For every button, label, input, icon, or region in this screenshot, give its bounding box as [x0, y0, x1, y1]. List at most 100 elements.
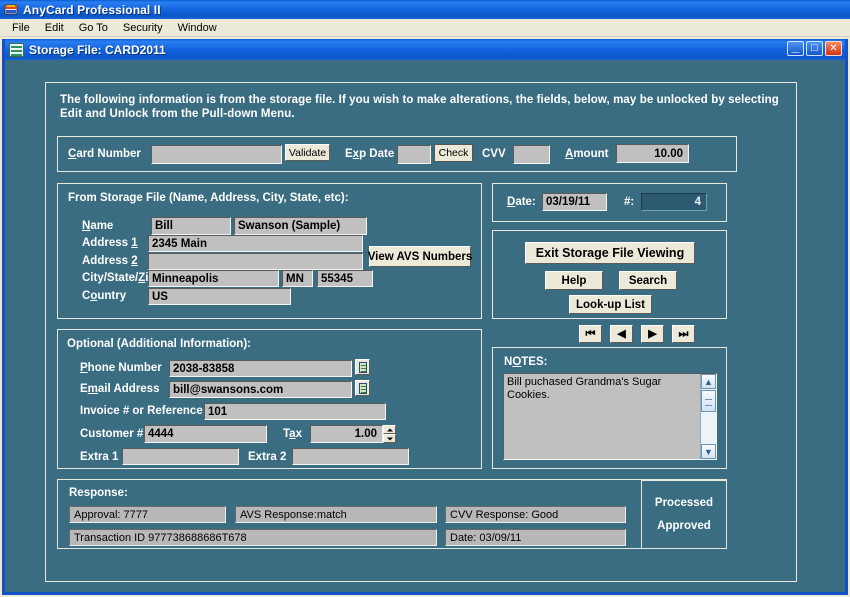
record-number-label: #: [624, 196, 635, 208]
record-info-group: Date: 03/19/11 #: 4 [492, 183, 727, 222]
transaction-id-field: Transaction ID 977738688686T678 [69, 529, 437, 546]
view-avs-numbers-button[interactable]: View AVS Numbers [367, 246, 473, 267]
invoice-input[interactable]: 101 [204, 403, 386, 420]
response-group: Response: Approval: 7777 AVS Response:ma… [57, 479, 727, 549]
validate-button[interactable]: Validate [285, 144, 330, 161]
email-input[interactable]: bill@swansons.com [169, 381, 352, 398]
notes-scroll-up-icon[interactable]: ▲ [701, 374, 716, 389]
exp-date-input[interactable] [397, 145, 431, 164]
nav-last-icon: ⏭ [678, 327, 689, 340]
zip-input[interactable]: 55345 [317, 270, 373, 287]
card-app-icon [4, 2, 19, 17]
extra2-label: Extra 2 [248, 451, 287, 463]
child-client-area: The following information is from the st… [5, 60, 845, 592]
main-panel: The following information is from the st… [45, 82, 797, 582]
window-controls: _ □ ✕ [787, 38, 842, 56]
extra1-input[interactable] [122, 448, 239, 465]
amount-input[interactable]: 10.00 [616, 144, 689, 163]
date-input[interactable]: 03/19/11 [542, 193, 607, 211]
menu-item-goto[interactable]: Go To [72, 21, 115, 35]
view-avs-numbers-label: View AVS Numbers [367, 250, 473, 263]
card-number-input[interactable] [151, 145, 282, 164]
city-input[interactable]: Minneapolis [148, 270, 279, 287]
tax-stepper-up[interactable] [383, 425, 396, 434]
close-button[interactable]: ✕ [825, 41, 842, 56]
email-copy-icon[interactable] [355, 380, 370, 396]
nav-first-button[interactable]: ⏮ [579, 325, 602, 343]
tax-stepper[interactable] [383, 425, 396, 443]
check-button[interactable]: Check [434, 144, 473, 162]
optional-group-title: Optional (Additional Information): [67, 338, 251, 350]
name-label: Name [82, 220, 114, 232]
cvv-response-field: CVV Response: Good [445, 506, 626, 523]
status-badge: Processed Approved [641, 480, 727, 549]
notes-group: NOTES: Bill puchased Grandma's Sugar Coo… [492, 347, 727, 469]
nav-next-button[interactable]: ▶ [641, 325, 664, 343]
country-input[interactable]: US [148, 288, 291, 305]
menu-item-edit[interactable]: Edit [38, 21, 71, 35]
search-button[interactable]: Search [619, 271, 677, 290]
minimize-icon: _ [791, 38, 800, 54]
approval-field: Approval: 7777 [69, 506, 226, 523]
tax-input[interactable]: 1.00 [310, 425, 383, 443]
record-number-input[interactable]: 4 [641, 193, 707, 211]
card-entry-group: Card Number Validate Exp Date Check CVV … [57, 136, 737, 172]
actions-group: Exit Storage File Viewing Help Search Lo… [492, 230, 727, 319]
nav-prev-button[interactable]: ◀ [610, 325, 633, 343]
nav-prev-icon: ◀ [617, 327, 626, 340]
extra2-input[interactable] [292, 448, 409, 465]
date-label: Date: [507, 196, 536, 208]
storage-file-group: From Storage File (Name, Address, City, … [57, 183, 482, 319]
maximize-icon: □ [811, 42, 818, 54]
menubar: File Edit Go To Security Window [0, 19, 850, 37]
address1-input[interactable]: 2345 Main [148, 235, 363, 252]
first-name-input[interactable]: Bill [151, 217, 231, 235]
nav-next-icon: ▶ [648, 327, 657, 340]
close-icon: ✕ [829, 43, 838, 54]
address1-label: Address 1 [82, 237, 138, 249]
exit-storage-viewing-button[interactable]: Exit Storage File Viewing [525, 242, 695, 264]
cvv-label: CVV [482, 148, 506, 160]
state-input[interactable]: MN [282, 270, 313, 287]
last-name-input[interactable]: Swanson (Sample) [234, 217, 367, 235]
application-window: AnyCard Professional II File Edit Go To … [0, 0, 850, 597]
email-label: Email Address [80, 383, 160, 395]
notes-title: NOTES: [504, 356, 548, 368]
help-button[interactable]: Help [545, 271, 603, 290]
storage-file-icon [9, 42, 24, 57]
amount-label: Amount [565, 148, 609, 160]
response-title: Response: [69, 487, 128, 499]
intro-text: The following information is from the st… [60, 94, 779, 120]
country-label: Country [82, 290, 127, 302]
tax-label: Tax [283, 428, 302, 440]
notes-scroll-down-icon[interactable]: ▼ [701, 444, 716, 459]
address2-input[interactable] [148, 253, 363, 270]
lookup-list-button[interactable]: Look-up List [569, 295, 652, 314]
phone-label: Phone Number [80, 362, 162, 374]
avs-response-field: AVS Response:match [235, 506, 437, 523]
notes-textarea[interactable]: Bill puchased Grandma's Sugar Cookies. ▲… [503, 373, 717, 460]
minimize-button[interactable]: _ [787, 38, 804, 56]
address2-label: Address 2 [82, 255, 138, 267]
exp-date-label: Exp Date [345, 148, 395, 160]
app-titlebar: AnyCard Professional II [0, 0, 850, 19]
cvv-input[interactable] [513, 145, 550, 164]
notes-scrollbar[interactable]: ▲ ▼ [700, 374, 716, 459]
notes-scroll-thumb[interactable] [701, 390, 716, 412]
storage-file-window: Storage File: CARD2011 _ □ ✕ The followi… [2, 39, 848, 595]
response-date-field: Date: 03/09/11 [445, 529, 626, 546]
phone-input[interactable]: 2038-83858 [169, 360, 352, 377]
phone-copy-icon[interactable] [355, 359, 370, 375]
nav-last-button[interactable]: ⏭ [672, 325, 695, 343]
customer-input[interactable]: 4444 [144, 425, 267, 443]
customer-label: Customer # [80, 428, 144, 440]
status-line-2: Approved [657, 520, 711, 532]
maximize-button[interactable]: □ [806, 41, 823, 56]
menu-item-security[interactable]: Security [116, 21, 170, 35]
optional-group: Optional (Additional Information): Phone… [57, 329, 482, 469]
extra1-label: Extra 1 [80, 451, 119, 463]
child-window-title: Storage File: CARD2011 [29, 42, 166, 57]
tax-stepper-down[interactable] [383, 434, 396, 443]
menu-item-window[interactable]: Window [171, 21, 224, 35]
menu-item-file[interactable]: File [5, 21, 37, 35]
